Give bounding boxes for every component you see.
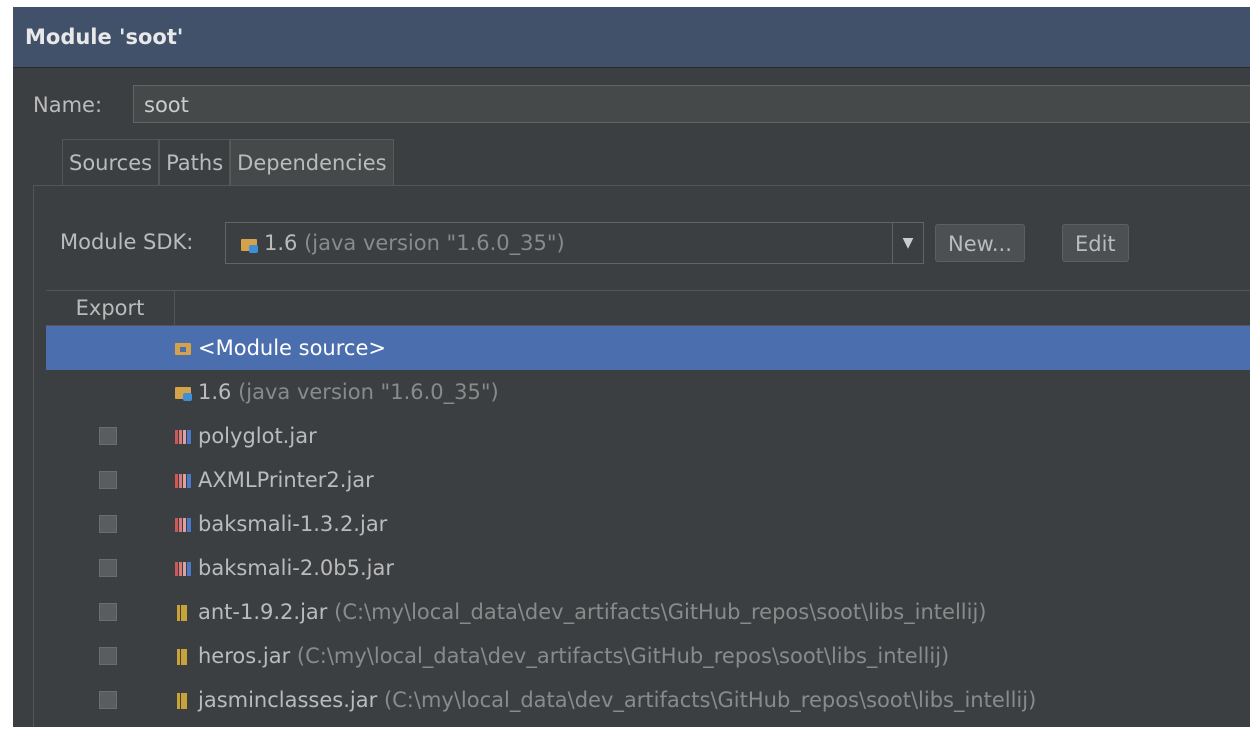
row-name: polyglot.jar	[198, 424, 317, 448]
edit-sdk-button[interactable]: Edit	[1062, 224, 1129, 262]
sdk-icon	[174, 383, 192, 401]
table-row[interactable]: heros.jar (C:\my\local_data\dev_artifact…	[46, 634, 1250, 678]
module-source-icon	[174, 339, 192, 357]
table-header: Export	[46, 290, 1250, 326]
name-label: Name:	[33, 93, 103, 117]
sdk-icon	[240, 235, 258, 253]
row-detail: (C:\my\local_data\dev_artifacts\GitHub_r…	[296, 644, 950, 668]
dropdown-arrow-icon[interactable]: ▼	[892, 223, 923, 263]
row-name: 1.6	[198, 380, 232, 404]
name-input[interactable]: soot	[133, 85, 1250, 123]
export-column-header[interactable]: Export	[46, 291, 175, 325]
row-name: ant-1.9.2.jar	[198, 600, 328, 624]
table-row[interactable]: baksmali-1.3.2.jar	[46, 502, 1250, 546]
row-detail: (C:\my\local_data\dev_artifacts\GitHub_r…	[383, 688, 1037, 712]
jar-icon	[174, 603, 192, 621]
table-row[interactable]: AXMLPrinter2.jar	[46, 458, 1250, 502]
row-name: heros.jar	[198, 644, 291, 668]
library-icon	[174, 559, 192, 577]
tab-paths[interactable]: Paths	[159, 139, 231, 186]
export-checkbox[interactable]	[99, 427, 117, 445]
table-row[interactable]: 1.6 (java version "1.6.0_35")	[46, 370, 1250, 414]
table-row[interactable]: <Module source>	[46, 326, 1250, 370]
jar-icon	[174, 691, 192, 709]
scope-column-header[interactable]	[175, 291, 1250, 325]
library-icon	[174, 471, 192, 489]
row-name: baksmali-2.0b5.jar	[198, 556, 394, 580]
table-row[interactable]: polyglot.jar	[46, 414, 1250, 458]
module-settings-window: Module 'soot' Name: soot Sources Paths D…	[13, 7, 1250, 727]
row-name: baksmali-1.3.2.jar	[198, 512, 388, 536]
tab-sources[interactable]: Sources	[62, 139, 160, 186]
jar-icon	[174, 647, 192, 665]
row-name: AXMLPrinter2.jar	[198, 468, 374, 492]
module-sdk-dropdown[interactable]: 1.6 (java version "1.6.0_35") ▼	[225, 222, 924, 264]
dependencies-table: Export <Module source> 1.6 (java version…	[46, 290, 1250, 727]
export-checkbox[interactable]	[99, 691, 117, 709]
tab-dependencies[interactable]: Dependencies	[230, 139, 394, 186]
table-row[interactable]: baksmali-2.0b5.jar	[46, 546, 1250, 590]
name-row: Name: soot	[33, 85, 1250, 125]
export-checkbox[interactable]	[99, 559, 117, 577]
table-row[interactable]: jasminclasses.jar (C:\my\local_data\dev_…	[46, 678, 1250, 722]
export-checkbox[interactable]	[99, 471, 117, 489]
export-checkbox[interactable]	[99, 515, 117, 533]
library-icon	[174, 515, 192, 533]
sdk-detail: (java version "1.6.0_35")	[304, 231, 565, 255]
export-checkbox[interactable]	[99, 647, 117, 665]
dependencies-panel: Module SDK: 1.6 (java version "1.6.0_35"…	[33, 185, 1250, 727]
table-row[interactable]: ant-1.9.2.jar (C:\my\local_data\dev_arti…	[46, 590, 1250, 634]
export-checkbox[interactable]	[99, 603, 117, 621]
library-icon	[174, 427, 192, 445]
window-title: Module 'soot'	[13, 7, 1250, 68]
new-sdk-button[interactable]: New...	[935, 224, 1025, 262]
row-detail: (java version "1.6.0_35")	[238, 380, 499, 404]
sdk-version: 1.6	[264, 231, 298, 255]
row-name: jasminclasses.jar	[198, 688, 378, 712]
module-sdk-label: Module SDK:	[60, 230, 194, 254]
row-name: <Module source>	[198, 336, 386, 360]
tab-bar: Sources Paths Dependencies	[62, 139, 394, 186]
row-detail: (C:\my\local_data\dev_artifacts\GitHub_r…	[334, 600, 987, 624]
module-sdk-row: Module SDK: 1.6 (java version "1.6.0_35"…	[60, 222, 1250, 264]
